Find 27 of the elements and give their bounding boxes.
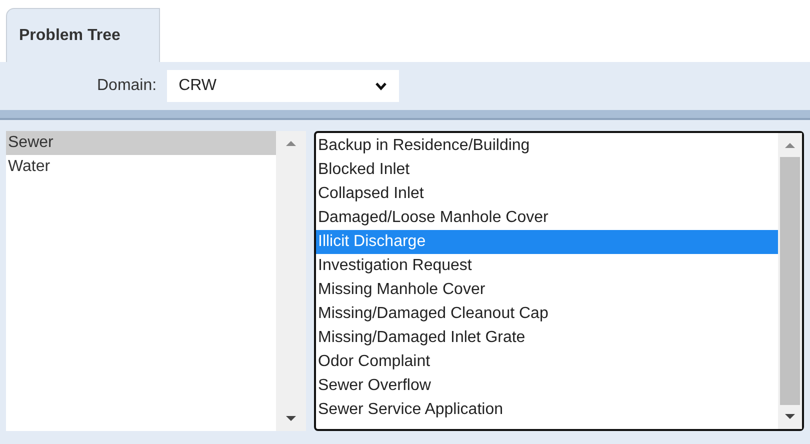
category-list[interactable]: Sewer Water (6, 131, 306, 431)
problem-item[interactable]: Sewer Overflow (316, 374, 778, 398)
tab[interactable]: Problem Tree (6, 8, 160, 62)
chevron-down-icon (374, 82, 387, 90)
problem-item[interactable]: Investigation Request (316, 254, 778, 278)
problem-item[interactable]: Blocked Inlet (316, 158, 778, 182)
scrollbar[interactable] (276, 131, 306, 431)
domain-select[interactable]: CRW (166, 70, 399, 102)
category-item[interactable]: Sewer (6, 131, 276, 155)
problem-item[interactable]: Illicit Discharge (316, 230, 778, 254)
problem-item[interactable]: Sewer Service Application (316, 398, 778, 422)
problem-list[interactable] (314, 131, 804, 431)
problem-item[interactable]: Missing/Damaged Inlet Grate (316, 326, 778, 350)
problem-item[interactable]: Damaged/Loose Manhole Cover (316, 206, 778, 230)
scrollbar[interactable] (778, 133, 802, 429)
category-item[interactable]: Water (6, 155, 276, 179)
scroll-down-icon[interactable] (784, 413, 796, 421)
domain-label: Domain: (97, 76, 157, 96)
problem-item[interactable]: Odor Complaint (316, 350, 778, 374)
problem-item[interactable]: Backup in Residence/Building (316, 134, 778, 158)
scroll-down-icon[interactable] (285, 415, 297, 423)
problem-item[interactable]: Collapsed Inlet (316, 182, 778, 206)
problem-item[interactable]: Missing Manhole Cover (316, 278, 778, 302)
scroll-up-icon[interactable] (784, 141, 796, 149)
problem-item[interactable]: Missing/Damaged Cleanout Cap (316, 302, 778, 326)
scroll-thumb[interactable] (780, 157, 800, 405)
scroll-up-icon[interactable] (285, 139, 297, 147)
